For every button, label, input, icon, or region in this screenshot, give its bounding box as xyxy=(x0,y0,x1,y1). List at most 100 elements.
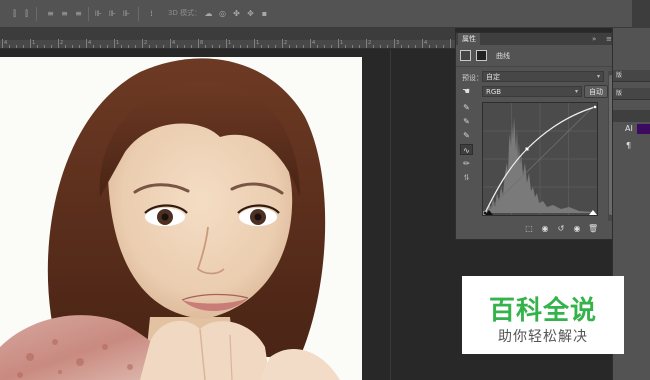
reset-icon[interactable]: ↺ xyxy=(556,224,566,234)
ruler-tick xyxy=(436,45,437,48)
trash-icon[interactable]: 🗑 xyxy=(588,224,598,234)
preset-value: 自定 xyxy=(486,73,500,81)
ruler-tick xyxy=(429,45,430,48)
distribute-right-icon[interactable]: ⊪ xyxy=(122,9,131,18)
adjustment-type-row: 曲线 xyxy=(460,50,612,63)
chevron-down-icon: ▾ xyxy=(574,88,578,95)
ruler-tick xyxy=(2,39,3,48)
align-center-icon[interactable]: ⫿ xyxy=(22,9,31,18)
options-bar-end xyxy=(632,0,650,28)
ruler-number: 1 xyxy=(256,40,260,46)
mask-icon[interactable] xyxy=(476,50,487,61)
ruler-tick xyxy=(408,45,409,48)
clip-to-layer-icon[interactable]: ⬚ xyxy=(524,224,534,234)
eyedropper-gray-icon[interactable]: ✎ xyxy=(460,116,473,127)
ruler-tick xyxy=(65,45,66,48)
eyedropper-black-icon[interactable]: ✎ xyxy=(460,102,473,113)
curve-edit-icon[interactable]: ∿ xyxy=(460,144,473,155)
ruler-tick xyxy=(303,45,304,48)
paragraph-icon[interactable]: ¶ xyxy=(626,141,631,150)
view-previous-icon[interactable]: ◉ xyxy=(540,224,550,234)
align-top-icon[interactable]: ≡ xyxy=(46,9,55,18)
3d-pan-icon[interactable]: ✤ xyxy=(232,9,241,18)
watermark-title: 百科全说 xyxy=(488,296,597,326)
3d-orbit-icon[interactable]: ☁ xyxy=(204,9,213,18)
ruler-number: 4 xyxy=(4,40,8,46)
preset-dropdown[interactable]: 自定 ▾ xyxy=(482,71,604,82)
ruler-tick xyxy=(345,45,346,48)
ruler-tick xyxy=(387,45,388,48)
visibility-icon[interactable]: ◉ xyxy=(572,224,582,234)
ruler-number: 4 xyxy=(424,40,428,46)
smooth-icon[interactable]: ⥮ xyxy=(460,172,473,183)
separator xyxy=(36,7,37,21)
ruler-tick xyxy=(443,45,444,48)
ruler-number: 1 xyxy=(228,40,232,46)
auto-align-icon[interactable]: ⁞ xyxy=(147,9,156,18)
ruler-tick xyxy=(121,45,122,48)
ruler-tick xyxy=(338,39,339,48)
distribute-center-icon[interactable]: ⊪ xyxy=(108,9,117,18)
ruler-tick xyxy=(107,45,108,48)
ruler-tick xyxy=(37,45,38,48)
channel-value: RGB xyxy=(486,88,502,96)
hand-target-icon[interactable]: ☚ xyxy=(462,87,473,98)
align-middle-icon[interactable]: ≡ xyxy=(60,9,69,18)
panel-footer: ⬚ ◉ ↺ ◉ 🗑 xyxy=(456,221,616,237)
ruler-number: 3 xyxy=(396,40,400,46)
ruler-number: 2 xyxy=(284,40,288,46)
ruler-tick xyxy=(205,45,206,48)
ruler-tick xyxy=(415,45,416,48)
distribute-left-icon[interactable]: ⊪ xyxy=(94,9,103,18)
3d-scale-icon[interactable]: ▪ xyxy=(260,9,269,18)
character-panel-label[interactable]: AI xyxy=(625,124,633,133)
dock-header[interactable]: 版 xyxy=(613,88,650,100)
ruler-tick xyxy=(212,45,213,48)
3d-slide-icon[interactable]: ✥ xyxy=(246,9,255,18)
ruler-tick xyxy=(163,45,164,48)
ruler-tick xyxy=(380,45,381,48)
ruler-number: 1 xyxy=(340,40,344,46)
ruler-tick xyxy=(282,39,283,48)
align-bottom-icon[interactable]: ≡ xyxy=(74,9,83,18)
ruler-tick xyxy=(317,45,318,48)
ruler-tick xyxy=(198,39,199,48)
watermark-subtitle: 助你轻松解决 xyxy=(498,329,588,345)
document-canvas[interactable] xyxy=(0,50,455,380)
ruler-tick xyxy=(219,45,220,48)
dock-header[interactable]: 版 xyxy=(613,70,650,82)
ruler-tick xyxy=(450,39,451,48)
tab-properties[interactable]: 属性 xyxy=(458,33,480,45)
ruler-tick xyxy=(422,39,423,48)
pencil-icon[interactable]: ✏ xyxy=(460,158,473,169)
ruler-tick xyxy=(268,45,269,48)
ruler-number: 4 xyxy=(172,40,176,46)
align-left-icon[interactable]: ⫿ xyxy=(10,9,19,18)
ruler-tick xyxy=(191,45,192,48)
collapse-icon[interactable]: » xyxy=(592,33,596,45)
separator xyxy=(88,7,89,21)
curves-chart xyxy=(483,103,597,215)
horizontal-ruler: 4 1 2 4 1 2 4 8 1 1 2 4 1 2 3 4 xyxy=(0,39,455,49)
ruler-tick xyxy=(275,45,276,48)
ruler-tick xyxy=(30,39,31,48)
panel-menu-icon[interactable]: ≡ xyxy=(606,33,612,45)
ruler-tick xyxy=(324,45,325,48)
ruler-tick xyxy=(79,45,80,48)
separator xyxy=(138,7,139,21)
ruler-number: 4 xyxy=(312,40,316,46)
color-swatch[interactable] xyxy=(637,124,650,134)
ruler-number: 2 xyxy=(368,40,372,46)
ruler-tick xyxy=(177,45,178,48)
curves-adjustment-icon[interactable] xyxy=(460,50,471,61)
eyedropper-white-icon[interactable]: ✎ xyxy=(460,130,473,141)
channel-dropdown[interactable]: RGB ▾ xyxy=(482,86,582,97)
canvas-edge xyxy=(390,50,391,380)
3d-roll-icon[interactable]: ◎ xyxy=(218,9,227,18)
ruler-tick xyxy=(261,45,262,48)
curves-graph[interactable] xyxy=(482,102,598,216)
ruler-tick xyxy=(58,39,59,48)
ruler-tick xyxy=(240,45,241,48)
ruler-tick xyxy=(149,45,150,48)
auto-button[interactable]: 自动 xyxy=(584,85,608,98)
